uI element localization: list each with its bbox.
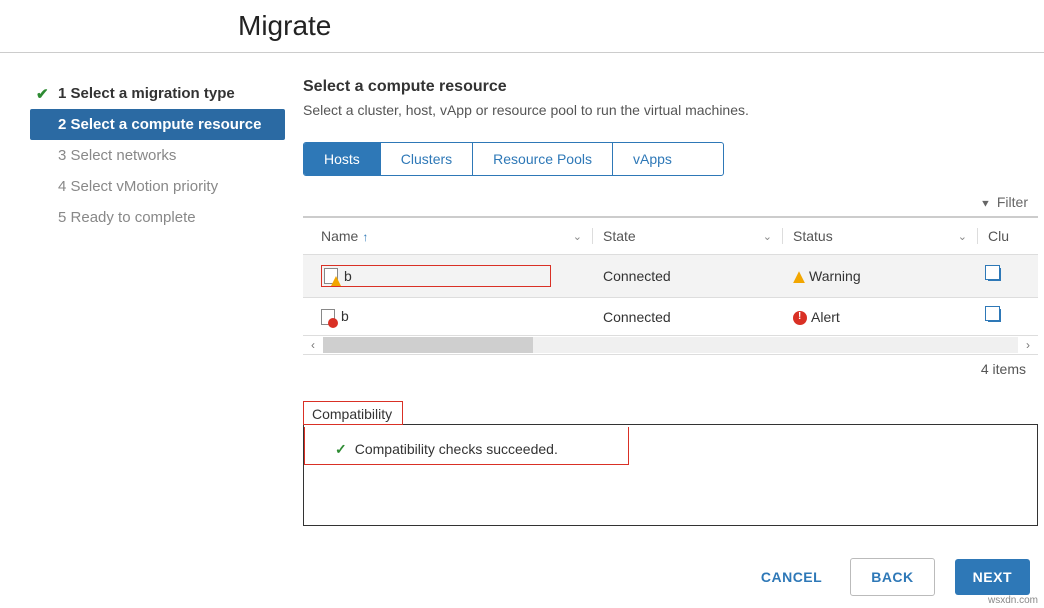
host-icon xyxy=(321,309,335,325)
host-icon xyxy=(324,268,338,284)
host-name: b xyxy=(344,268,352,284)
scroll-left-icon[interactable]: ‹ xyxy=(303,336,323,354)
cluster-icon xyxy=(988,268,1001,281)
warning-icon xyxy=(793,271,805,283)
watermark: wsxdn.com xyxy=(988,595,1038,606)
compatibility-panel: ✓ Compatibility checks succeeded. xyxy=(303,424,1038,526)
host-status: Alert xyxy=(811,309,840,325)
cancel-button[interactable]: CANCEL xyxy=(753,559,830,595)
step-3-networks[interactable]: 3 Select networks xyxy=(30,140,285,171)
step-5-ready[interactable]: 5 Ready to complete xyxy=(30,202,285,233)
host-name: b xyxy=(341,308,349,324)
items-count: 4 items xyxy=(303,354,1038,383)
chevron-down-icon[interactable]: ⌄ xyxy=(763,230,772,243)
column-header-cluster[interactable]: Clu xyxy=(978,228,1033,244)
check-icon: ✓ xyxy=(335,441,347,457)
wizard-footer: CANCEL BACK NEXT xyxy=(0,558,1036,596)
selected-host-highlight: b xyxy=(321,265,551,287)
alert-icon xyxy=(793,311,807,325)
section-subtitle: Select a cluster, host, vApp or resource… xyxy=(303,102,1044,118)
compatibility-message: Compatibility checks succeeded. xyxy=(355,441,558,457)
host-state: Connected xyxy=(593,268,783,284)
next-button[interactable]: NEXT xyxy=(955,559,1030,595)
compatibility-label: Compatibility xyxy=(303,401,403,425)
step-2-compute-resource[interactable]: 2 Select a compute resource xyxy=(30,109,285,140)
table-row[interactable]: b Connected Alert xyxy=(303,297,1038,335)
tab-vapps[interactable]: vApps xyxy=(613,143,692,175)
alert-badge-icon xyxy=(328,318,338,328)
back-button[interactable]: BACK xyxy=(850,558,934,596)
resource-type-tabs: Hosts Clusters Resource Pools vApps xyxy=(303,142,724,176)
column-header-name[interactable]: Name↑⌄ xyxy=(303,228,593,244)
filter-label[interactable]: Filter xyxy=(997,194,1028,210)
tab-clusters[interactable]: Clusters xyxy=(381,143,473,175)
horizontal-scrollbar[interactable]: ‹ › xyxy=(303,335,1038,354)
section-title: Select a compute resource xyxy=(303,78,1044,96)
cluster-icon xyxy=(988,309,1001,322)
column-header-state[interactable]: State⌄ xyxy=(593,228,783,244)
step-4-vmotion-priority[interactable]: 4 Select vMotion priority xyxy=(30,171,285,202)
host-state: Connected xyxy=(593,309,783,325)
scroll-right-icon[interactable]: › xyxy=(1018,336,1038,354)
chevron-down-icon[interactable]: ⌄ xyxy=(573,230,582,243)
scroll-track[interactable] xyxy=(323,337,1018,353)
compatibility-result-highlight: ✓ Compatibility checks succeeded. xyxy=(304,427,629,465)
tab-hosts[interactable]: Hosts xyxy=(304,143,381,175)
filter-icon[interactable] xyxy=(980,194,991,210)
warning-badge-icon xyxy=(331,276,341,286)
host-status: Warning xyxy=(809,268,861,284)
column-header-status[interactable]: Status⌄ xyxy=(783,228,978,244)
step-1-migration-type[interactable]: 1 Select a migration type xyxy=(30,78,285,109)
wizard-steps: 1 Select a migration type 2 Select a com… xyxy=(0,53,285,526)
chevron-down-icon[interactable]: ⌄ xyxy=(958,230,967,243)
hosts-table: Filter Name↑⌄ State⌄ Status⌄ Clu b Conne… xyxy=(303,188,1038,383)
scroll-thumb[interactable] xyxy=(323,337,533,353)
table-row[interactable]: b Connected Warning xyxy=(303,254,1038,297)
sort-ascending-icon: ↑ xyxy=(362,230,368,244)
dialog-title: Migrate xyxy=(0,0,1044,53)
tab-resource-pools[interactable]: Resource Pools xyxy=(473,143,613,175)
